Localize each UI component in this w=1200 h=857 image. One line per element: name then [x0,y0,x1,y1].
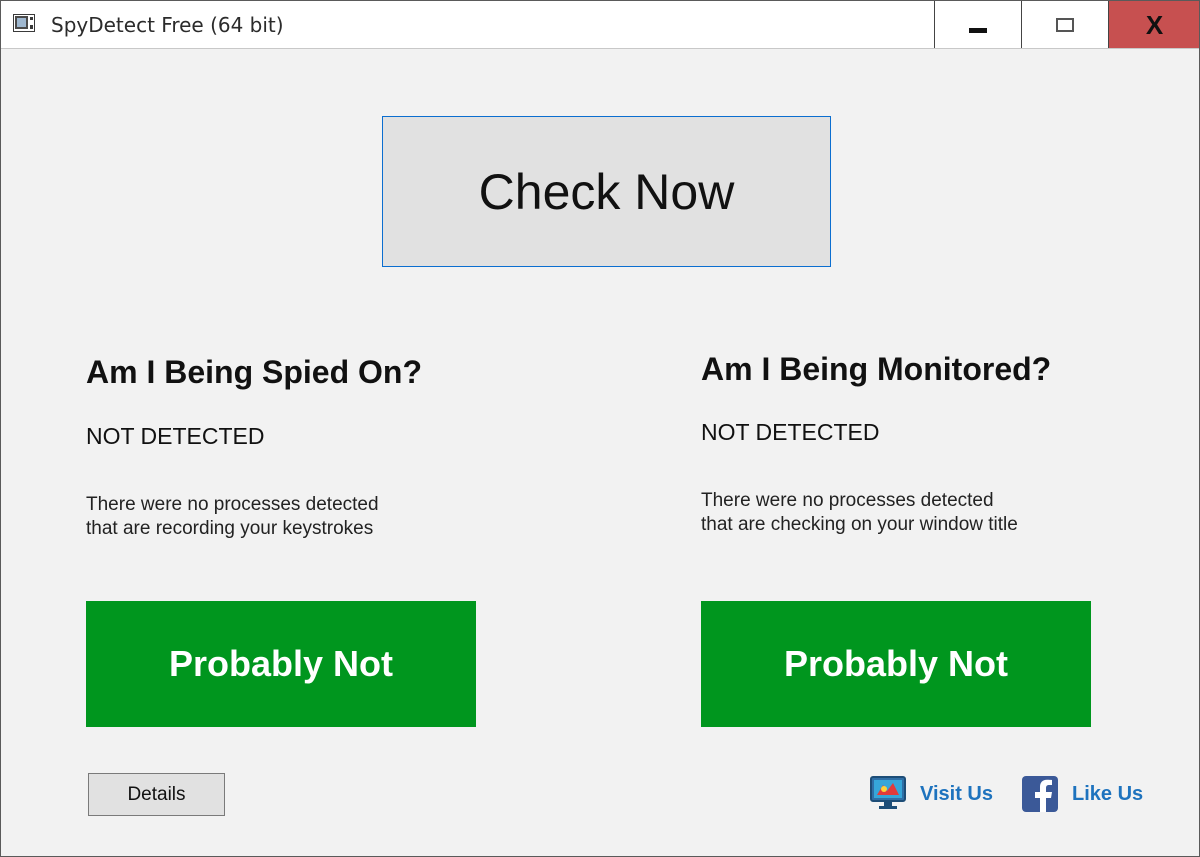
maximize-button[interactable] [1021,1,1108,48]
keylogger-description: There were no processes detected that ar… [86,493,379,541]
check-now-button[interactable]: Check Now [382,116,831,267]
details-button[interactable]: Details [88,773,225,816]
title-bar[interactable]: SpyDetect Free (64 bit) X [1,1,1199,49]
minimize-icon [969,28,987,33]
keylogger-description-line2: that are recording your keystrokes [86,518,374,539]
keylogger-status: NOT DETECTED [86,423,265,449]
monitor-heading: Am I Being Monitored? [701,351,1052,387]
keylogger-description-line1: There were no processes detected [86,494,379,515]
close-button[interactable]: X [1108,1,1199,48]
keylogger-heading: Am I Being Spied On? [86,354,423,390]
app-window: SpyDetect Free (64 bit) X Check Now Am I… [0,0,1200,857]
keylogger-verdict: Probably Not [86,601,476,727]
monitor-description-line2: that are checking on your window title [701,514,1018,535]
close-icon: X [1145,9,1164,40]
monitor-icon[interactable] [869,775,907,811]
like-us-link[interactable]: Like Us [1072,783,1143,806]
maximize-icon [1056,17,1074,32]
monitor-description-line1: There were no processes detected [701,490,994,511]
monitor-verdict: Probably Not [701,601,1091,727]
monitor-description: There were no processes detected that ar… [701,489,1018,537]
window-title: SpyDetect Free (64 bit) [51,13,284,37]
monitor-status: NOT DETECTED [701,419,880,445]
minimize-button[interactable] [934,1,1021,48]
facebook-icon[interactable] [1022,776,1058,812]
visit-us-link[interactable]: Visit Us [920,783,993,806]
app-window-icon [13,14,35,32]
